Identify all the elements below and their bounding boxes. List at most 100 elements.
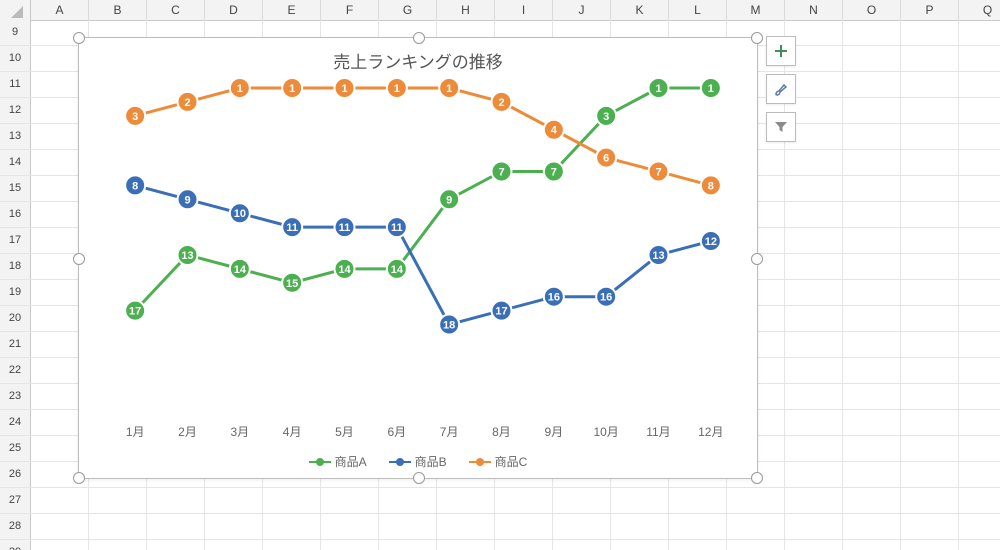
data-point[interactable]: 3 <box>125 106 145 126</box>
row-header[interactable]: 19 <box>0 280 31 305</box>
row-header[interactable]: 29 <box>0 540 31 550</box>
cell[interactable] <box>553 514 611 539</box>
cell[interactable] <box>553 488 611 513</box>
cell[interactable] <box>785 410 843 435</box>
cell[interactable] <box>727 488 785 513</box>
row-header[interactable]: 14 <box>0 150 31 175</box>
cell[interactable] <box>321 540 379 550</box>
data-point[interactable]: 1 <box>649 78 669 98</box>
chart-styles-button[interactable] <box>766 74 796 104</box>
row-header[interactable]: 9 <box>0 20 31 45</box>
cell[interactable] <box>785 176 843 201</box>
cell[interactable] <box>843 124 901 149</box>
column-header[interactable]: M <box>727 0 785 20</box>
resize-handle[interactable] <box>413 472 425 484</box>
data-point[interactable]: 2 <box>492 92 512 112</box>
resize-handle[interactable] <box>751 472 763 484</box>
data-point[interactable]: 17 <box>125 301 145 321</box>
data-point[interactable]: 14 <box>230 259 250 279</box>
cell[interactable] <box>263 514 321 539</box>
cell[interactable] <box>901 410 959 435</box>
column-header[interactable]: I <box>495 0 553 20</box>
data-point[interactable]: 11 <box>282 217 302 237</box>
legend[interactable]: 商品A商品B商品C <box>79 453 757 470</box>
cell[interactable] <box>379 514 437 539</box>
cell[interactable] <box>959 332 1000 357</box>
row-header[interactable]: 27 <box>0 488 31 513</box>
data-point[interactable]: 1 <box>387 78 407 98</box>
data-point[interactable]: 17 <box>492 301 512 321</box>
data-point[interactable]: 2 <box>178 92 198 112</box>
cell[interactable] <box>959 384 1000 409</box>
cell[interactable] <box>31 514 89 539</box>
data-point[interactable]: 7 <box>649 161 669 181</box>
cell[interactable] <box>901 228 959 253</box>
cell[interactable] <box>147 488 205 513</box>
data-point[interactable]: 16 <box>544 287 564 307</box>
data-point[interactable]: 1 <box>335 78 355 98</box>
cell[interactable] <box>959 540 1000 550</box>
plot-area[interactable]: 1713141514149773118910111111181716161312… <box>109 78 737 418</box>
column-header[interactable]: H <box>437 0 495 20</box>
data-point[interactable]: 11 <box>387 217 407 237</box>
series-line[interactable] <box>135 185 711 324</box>
column-header[interactable]: B <box>89 0 147 20</box>
data-point[interactable]: 3 <box>596 106 616 126</box>
cell[interactable] <box>321 514 379 539</box>
cell[interactable] <box>31 488 89 513</box>
row-header[interactable]: 17 <box>0 228 31 253</box>
row-header[interactable]: 11 <box>0 72 31 97</box>
cell[interactable] <box>495 514 553 539</box>
cell[interactable] <box>785 436 843 461</box>
cell[interactable] <box>901 176 959 201</box>
row-header[interactable]: 13 <box>0 124 31 149</box>
resize-handle[interactable] <box>73 32 85 44</box>
cell[interactable] <box>437 488 495 513</box>
cell[interactable] <box>843 540 901 550</box>
cell[interactable] <box>785 306 843 331</box>
cell[interactable] <box>89 540 147 550</box>
column-header[interactable]: G <box>379 0 437 20</box>
cell[interactable] <box>379 488 437 513</box>
cell[interactable] <box>959 436 1000 461</box>
cell[interactable] <box>843 306 901 331</box>
cell[interactable] <box>785 540 843 550</box>
cell[interactable] <box>901 202 959 227</box>
cell[interactable] <box>901 436 959 461</box>
column-header[interactable]: P <box>901 0 959 20</box>
cell[interactable] <box>147 540 205 550</box>
chart-filter-button[interactable] <box>766 112 796 142</box>
cell[interactable] <box>959 358 1000 383</box>
row-header[interactable]: 23 <box>0 384 31 409</box>
chart-title[interactable]: 売上ランキングの推移 <box>79 48 757 73</box>
cell[interactable] <box>959 72 1000 97</box>
column-header[interactable]: K <box>611 0 669 20</box>
cell[interactable] <box>843 488 901 513</box>
data-point[interactable]: 10 <box>230 203 250 223</box>
resize-handle[interactable] <box>751 32 763 44</box>
row-header[interactable]: 18 <box>0 254 31 279</box>
data-point[interactable]: 4 <box>544 120 564 140</box>
row-header[interactable]: 22 <box>0 358 31 383</box>
cell[interactable] <box>959 124 1000 149</box>
cell[interactable] <box>785 280 843 305</box>
column-header[interactable]: E <box>263 0 321 20</box>
data-point[interactable]: 14 <box>335 259 355 279</box>
cell[interactable] <box>89 488 147 513</box>
cell[interactable] <box>959 176 1000 201</box>
cell[interactable] <box>901 488 959 513</box>
cell[interactable] <box>843 280 901 305</box>
cell[interactable] <box>959 514 1000 539</box>
cell[interactable] <box>727 540 785 550</box>
cell[interactable] <box>901 514 959 539</box>
data-point[interactable]: 16 <box>596 287 616 307</box>
data-point[interactable]: 12 <box>701 231 721 251</box>
cell[interactable] <box>843 20 901 45</box>
cell[interactable] <box>843 228 901 253</box>
cell[interactable] <box>959 20 1000 45</box>
cell[interactable] <box>263 540 321 550</box>
cell[interactable] <box>959 150 1000 175</box>
cell[interactable] <box>843 514 901 539</box>
cell[interactable] <box>437 540 495 550</box>
cell[interactable] <box>959 410 1000 435</box>
